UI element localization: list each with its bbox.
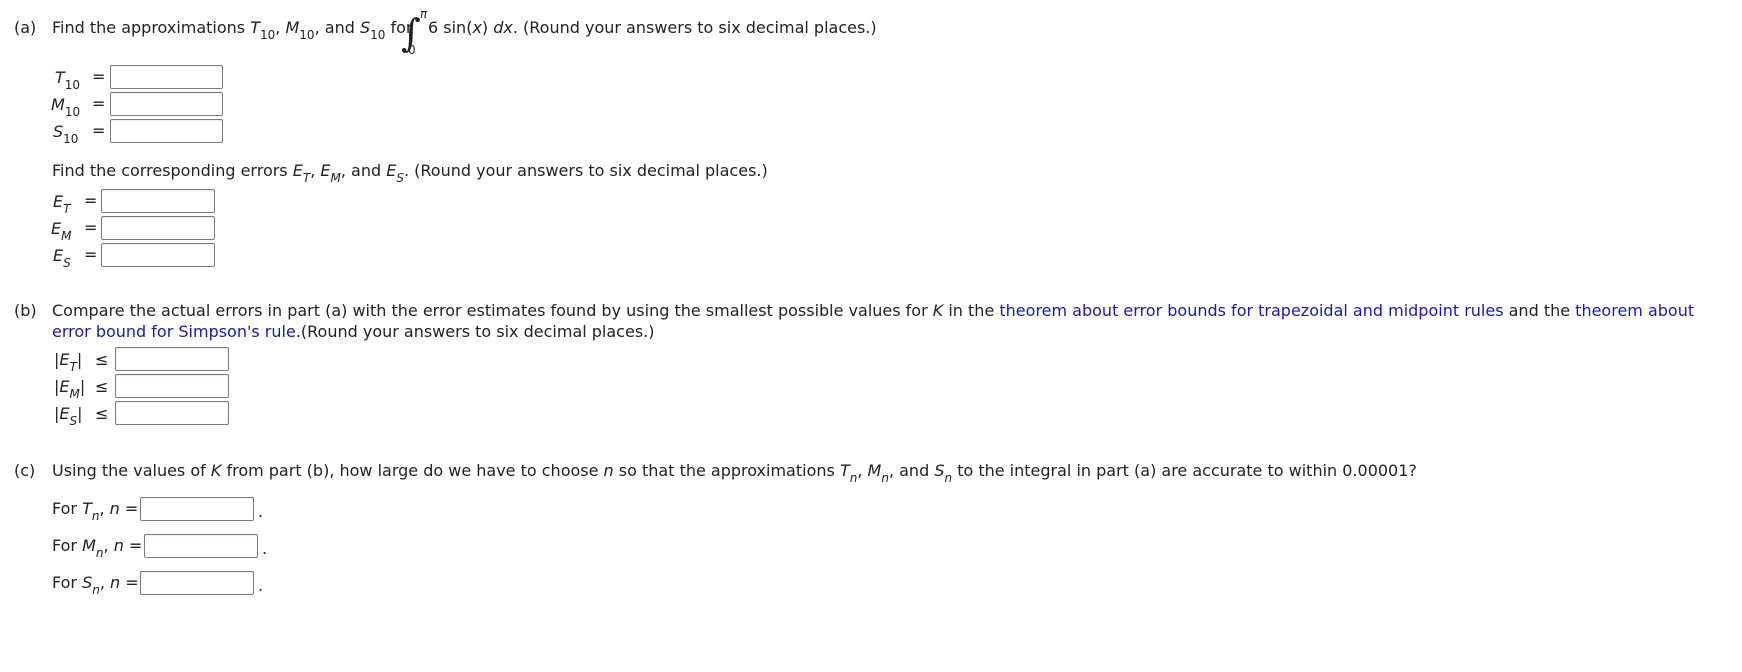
abs-es-input[interactable] <box>115 401 229 425</box>
abs-es-label: |ES| <box>54 404 83 428</box>
em-input[interactable] <box>101 216 215 240</box>
mn-input[interactable] <box>144 534 258 558</box>
et-input[interactable] <box>101 189 215 213</box>
leq-sign: ≤ <box>95 404 109 423</box>
period: . <box>262 539 268 558</box>
simpson-theorem-link-part1[interactable]: theorem about <box>1575 301 1694 320</box>
period: . <box>258 502 264 521</box>
integral-upper-limit: π <box>420 7 428 21</box>
tn-input[interactable] <box>140 497 254 521</box>
s10-input[interactable] <box>110 119 223 143</box>
es-label: ES <box>53 246 71 270</box>
m10-input[interactable] <box>110 92 223 116</box>
es-input[interactable] <box>101 243 215 267</box>
sn-input[interactable] <box>140 571 254 595</box>
errors-question: Find the corresponding errors ET, EM, an… <box>52 161 768 185</box>
simpson-theorem-link-part2[interactable]: error bound for Simpson's rule <box>52 322 296 341</box>
trapezoid-midpoint-theorem-link[interactable]: theorem about error bounds for trapezoid… <box>999 301 1503 320</box>
equals-sign: = <box>92 121 106 140</box>
part-a-label: (a) <box>14 18 37 37</box>
abs-et-label: |ET| <box>54 350 83 374</box>
integral-lower-limit: 0 <box>408 43 416 57</box>
part-b-question-line2: error bound for Simpson's rule.(Round yo… <box>52 322 655 341</box>
et-label: ET <box>53 192 71 216</box>
part-c-label: (c) <box>14 461 36 480</box>
equals-sign: = <box>84 191 98 210</box>
integrand: 6 sin(x) dx. (Round your answers to six … <box>428 18 877 37</box>
t10-input[interactable] <box>110 65 223 89</box>
s10-label: S10 <box>53 122 79 146</box>
abs-et-input[interactable] <box>115 347 229 371</box>
equals-sign: = <box>84 218 98 237</box>
equals-sign: = <box>92 67 106 86</box>
leq-sign: ≤ <box>95 350 109 369</box>
leq-sign: ≤ <box>95 377 109 396</box>
for-sn-label: For Sn, n = <box>52 573 139 597</box>
equals-sign: = <box>92 94 106 113</box>
part-a-question: Find the approximations T10, M10, and S1… <box>52 18 413 42</box>
period: . <box>258 576 264 595</box>
abs-em-input[interactable] <box>115 374 229 398</box>
em-label: EM <box>51 219 72 243</box>
part-b-question-line1: Compare the actual errors in part (a) wi… <box>52 301 1695 320</box>
part-b-label: (b) <box>14 301 37 320</box>
part-c-question: Using the values of K from part (b), how… <box>52 461 1417 485</box>
for-tn-label: For Tn, n = <box>52 499 139 523</box>
m10-label: M10 <box>51 95 81 119</box>
equals-sign: = <box>84 245 98 264</box>
for-mn-label: For Mn, n = <box>52 536 143 560</box>
t10-label: T10 <box>55 68 81 92</box>
abs-em-label: |EM| <box>54 377 86 401</box>
